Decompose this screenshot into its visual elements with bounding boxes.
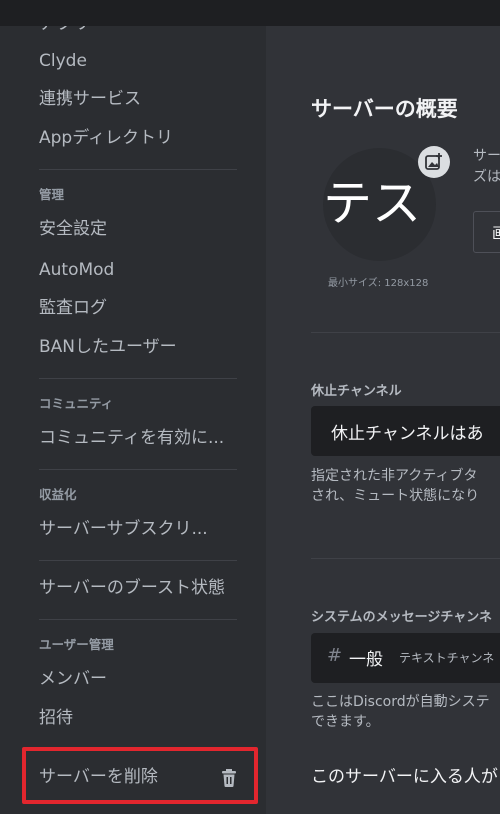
afk-description: 指定された非アクティブタ され、ミュート状態になり [311, 468, 480, 504]
section-header-monetization: 収益化 [39, 487, 77, 502]
sidebar-item-integrations[interactable]: 連携サービス [39, 88, 141, 110]
sidebar-item-server-subscriptions[interactable]: サーバーサブスクリ... [39, 518, 208, 540]
trash-icon [221, 769, 237, 787]
sidebar-divider [39, 619, 237, 620]
sidebar-item-boost-status[interactable]: サーバーのブースト状態 [39, 577, 225, 599]
sidebar-divider [39, 560, 237, 561]
sidebar-item-clyde[interactable]: Clyde [39, 50, 87, 72]
sidebar-item-audit-log[interactable]: 監査ログ [39, 297, 107, 319]
sidebar-divider [39, 378, 237, 379]
sidebar-item-automod[interactable]: AutoMod [39, 259, 114, 281]
system-channel-name: 一般 [349, 650, 383, 670]
afk-channel-select[interactable]: 休止チャンネルはあ [311, 406, 500, 456]
sidebar-item-invites[interactable]: 招待 [39, 707, 73, 729]
sidebar-item-apps[interactable]: アプリ [39, 26, 90, 35]
system-channel-description: ここはDiscordが自動システ できます。 [311, 694, 490, 730]
afk-channel-value: 休止チャンネルはあ [331, 424, 484, 444]
server-overview-panel: サーバーの概要 テスト 最小サイズ: 128x128 サー ズは 画 休止チャン… [266, 26, 500, 814]
section-divider [311, 558, 500, 559]
section-header-user-management: ユーザー管理 [39, 637, 114, 652]
settings-sidebar: アプリ Clyde 連携サービス Appディレクトリ 管理 安全設定 AutoM… [0, 26, 266, 814]
afk-channel-label: 休止チャンネル [311, 384, 402, 399]
sidebar-divider [39, 469, 237, 470]
min-size-note: 最小サイズ: 128x128 [328, 278, 429, 289]
sidebar-item-safety-setup[interactable]: 安全設定 [39, 218, 107, 240]
sidebar-item-enable-community[interactable]: コミュニティを有効に... [39, 427, 224, 449]
welcome-message-heading: このサーバーに入る人が [311, 767, 498, 787]
section-header-community: コミュニティ [39, 396, 114, 411]
icon-hint-text: サー ズは [473, 148, 500, 185]
server-icon-text: テスト [323, 175, 436, 232]
sidebar-divider [39, 169, 237, 170]
upload-image-text-button[interactable]: 画 [473, 211, 500, 253]
sidebar-item-bans[interactable]: BANしたユーザー [39, 336, 177, 358]
delete-server-button[interactable]: サーバーを削除 [39, 766, 249, 790]
page-title: サーバーの概要 [311, 97, 458, 121]
delete-server-label: サーバーを削除 [39, 767, 158, 787]
sidebar-item-members[interactable]: メンバー [39, 668, 107, 690]
image-plus-icon [425, 153, 442, 170]
section-divider [311, 332, 500, 333]
sidebar-item-app-directory[interactable]: Appディレクトリ [39, 127, 173, 149]
hash-icon: # [327, 645, 343, 666]
system-channel-category: テキストチャンネ [399, 651, 495, 665]
section-header-moderation: 管理 [39, 187, 65, 202]
system-channel-label: システムのメッセージチャンネ [311, 610, 492, 625]
system-channel-select[interactable]: # 一般 テキストチャンネ [311, 633, 500, 683]
upload-button-label: 画 [492, 224, 500, 242]
title-bar [0, 0, 500, 26]
upload-image-button[interactable] [418, 146, 450, 178]
